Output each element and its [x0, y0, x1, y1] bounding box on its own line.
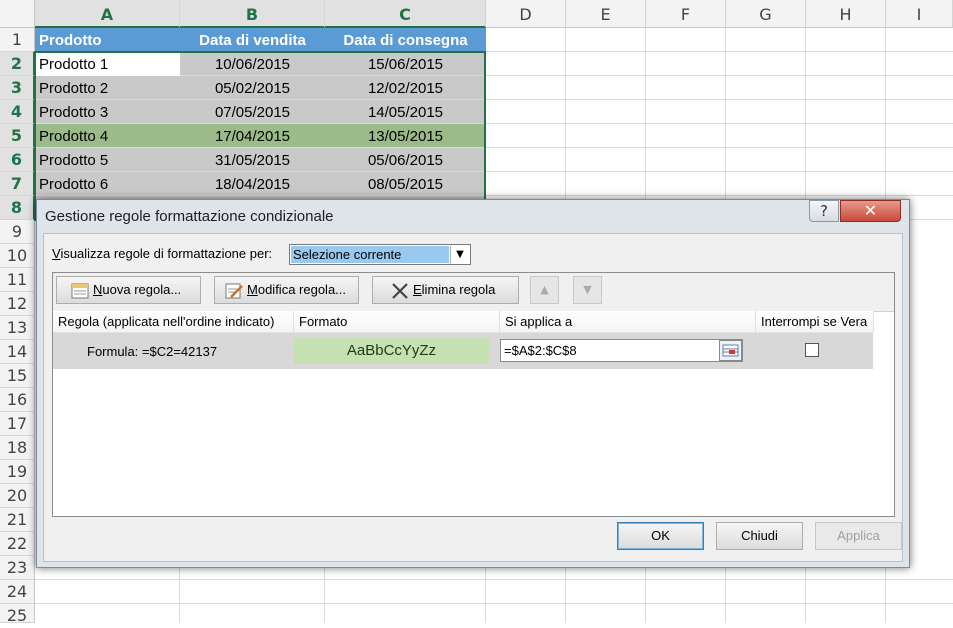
table-cell[interactable]: 08/05/2015	[325, 172, 486, 195]
row-header[interactable]: 12	[0, 292, 35, 316]
column-format: Formato	[294, 311, 500, 333]
row-header[interactable]: 24	[0, 580, 35, 604]
table-cell[interactable]: 14/05/2015	[325, 100, 486, 123]
row-header[interactable]: 21	[0, 508, 35, 532]
arrow-down-icon: ▼	[583, 283, 592, 296]
column-rule: Regola (applicata nell'ordine indicato)	[53, 311, 294, 333]
show-rules-select[interactable]: Selezione corrente ▼	[289, 244, 471, 265]
rules-toolbar: Nuova regola... Modifica regola... Elimi…	[53, 273, 894, 312]
column-header-g[interactable]: G	[726, 0, 806, 28]
stop-if-true-checkbox[interactable]	[805, 343, 819, 357]
close-icon: ✕	[863, 201, 878, 220]
new-rule-icon	[71, 283, 89, 299]
cell-header-product[interactable]: Prodotto	[35, 28, 180, 52]
table-cell-highlighted[interactable]: 13/05/2015	[325, 124, 486, 147]
column-header-i[interactable]: I	[886, 0, 953, 28]
close-button[interactable]: Chiudi	[716, 522, 803, 550]
conditional-formatting-dialog: Gestione regole formattazione condiziona…	[36, 199, 910, 568]
row-header[interactable]: 17	[0, 412, 35, 436]
table-cell[interactable]: 05/02/2015	[180, 76, 325, 99]
delete-rule-button[interactable]: Elimina regola	[372, 276, 519, 304]
table-cell[interactable]: Prodotto 1	[35, 52, 180, 76]
column-header-e[interactable]: E	[566, 0, 646, 28]
row-header[interactable]: 13	[0, 316, 35, 340]
select-all-corner[interactable]	[0, 0, 35, 28]
new-rule-button[interactable]: Nuova regola...	[56, 276, 201, 304]
row-header[interactable]: 19	[0, 460, 35, 484]
row-header[interactable]: 15	[0, 364, 35, 388]
column-header-a[interactable]: A	[35, 0, 180, 28]
rule-formula: Formula: =$C2=42137	[87, 344, 218, 359]
column-header-b[interactable]: B	[180, 0, 325, 28]
row-header[interactable]: 1	[0, 28, 35, 52]
range-picker-icon	[722, 344, 739, 357]
edit-rule-icon	[225, 283, 243, 299]
column-applies-to: Si applica a	[500, 311, 756, 333]
table-cell-highlighted[interactable]: Prodotto 4	[35, 124, 180, 147]
edit-rule-button[interactable]: Modifica regola...	[214, 276, 359, 304]
column-header-h[interactable]: H	[806, 0, 886, 28]
column-stop-if-true: Interrompi se Vera	[756, 311, 874, 333]
column-header-c[interactable]: C	[325, 0, 486, 28]
row-header[interactable]: 25	[0, 604, 35, 625]
row-header[interactable]: 16	[0, 388, 35, 412]
table-cell[interactable]: Prodotto 3	[35, 100, 180, 123]
table-cell-highlighted[interactable]: 17/04/2015	[180, 124, 325, 147]
cell-header-delivery-date[interactable]: Data di consegna	[325, 28, 486, 52]
apply-button[interactable]: Applica	[815, 522, 902, 550]
table-cell[interactable]: 07/05/2015	[180, 100, 325, 123]
dropdown-arrow-icon[interactable]: ▼	[450, 246, 469, 263]
cell-header-sale-date[interactable]: Data di vendita	[180, 28, 325, 52]
gridline	[35, 603, 953, 604]
row-header[interactable]: 11	[0, 268, 35, 292]
delete-icon	[392, 282, 408, 299]
row-header[interactable]: 18	[0, 436, 35, 460]
row-header[interactable]: 22	[0, 532, 35, 556]
help-button[interactable]: ?	[809, 200, 839, 222]
row-header[interactable]: 23	[0, 556, 35, 580]
show-rules-label: Visualizza regole di formattazione per:	[52, 246, 273, 261]
row-header[interactable]: 3	[0, 76, 35, 100]
table-cell[interactable]: Prodotto 2	[35, 76, 180, 99]
row-header[interactable]: 14	[0, 340, 35, 364]
row-header[interactable]: 4	[0, 100, 35, 124]
row-header[interactable]: 10	[0, 244, 35, 268]
table-cell[interactable]: 15/06/2015	[325, 52, 486, 75]
table-cell[interactable]: 12/02/2015	[325, 76, 486, 99]
applies-to-input[interactable]: =$A$2:$C$8	[500, 339, 743, 362]
row-header[interactable]: 9	[0, 220, 35, 244]
row-header[interactable]: 6	[0, 148, 35, 172]
row-header[interactable]: 5	[0, 124, 35, 148]
dialog-body: Visualizza regole di formattazione per: …	[43, 233, 903, 562]
dialog-title: Gestione regole formattazione condiziona…	[45, 208, 334, 225]
show-rules-value: Selezione corrente	[291, 246, 449, 263]
table-cell[interactable]: 31/05/2015	[180, 148, 325, 171]
table-cell[interactable]: Prodotto 6	[35, 172, 180, 195]
column-header-d[interactable]: D	[486, 0, 566, 28]
move-up-button[interactable]: ▲	[530, 276, 559, 304]
help-icon: ?	[820, 202, 828, 220]
row-header[interactable]: 7	[0, 172, 35, 196]
table-cell[interactable]: 10/06/2015	[180, 52, 325, 75]
move-down-button[interactable]: ▼	[573, 276, 602, 304]
table-cell[interactable]: Prodotto 5	[35, 148, 180, 171]
range-picker-button[interactable]	[719, 340, 742, 361]
row-header[interactable]: 2	[0, 52, 35, 76]
ok-button[interactable]: OK	[617, 522, 704, 550]
table-cell[interactable]: 05/06/2015	[325, 148, 486, 171]
column-header-f[interactable]: F	[646, 0, 726, 28]
rules-panel: Nuova regola... Modifica regola... Elimi…	[52, 272, 895, 517]
rule-row[interactable]: Formula: =$C2=42137 AaBbCcYyZz =$A$2:$C$…	[53, 333, 873, 369]
close-window-button[interactable]: ✕	[840, 200, 901, 222]
format-preview: AaBbCcYyZz	[294, 338, 489, 364]
row-header[interactable]: 20	[0, 484, 35, 508]
row-header[interactable]: 8	[0, 196, 35, 220]
arrow-up-icon: ▲	[540, 283, 549, 296]
table-cell[interactable]: 18/04/2015	[180, 172, 325, 195]
gridline	[35, 579, 953, 580]
